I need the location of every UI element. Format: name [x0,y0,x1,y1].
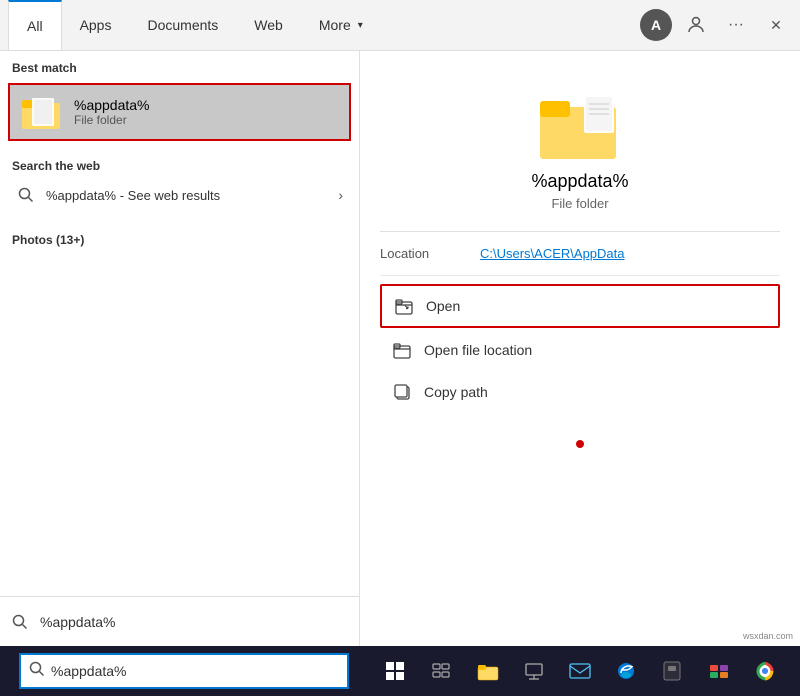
photos-label: Photos (13+) [12,225,347,255]
file-preview: %appdata% File folder [380,71,780,232]
chrome-icon[interactable] [747,653,783,689]
best-match-text: %appdata% File folder [74,97,150,127]
game-icon[interactable] [701,653,737,689]
best-match-type: File folder [74,113,150,127]
open-button[interactable]: Open [380,284,780,328]
file-location-icon [392,340,412,360]
avatar[interactable]: A [640,9,672,41]
search-web-section: Search the web %appdata% - See web resul… [0,143,359,217]
taskbar-search-box[interactable]: %appdata% [19,653,349,689]
main-content: Best match %appdata% File folder Se [0,51,800,646]
copy-path-button[interactable]: Copy path [380,372,780,412]
edge-icon[interactable] [608,653,644,689]
red-dot [576,440,584,448]
start-icon[interactable] [377,653,413,689]
best-match-name: %appdata% [74,97,150,113]
web-search-item[interactable]: %appdata% - See web results › [12,177,347,213]
nav-tabs: All Apps Documents Web More ▾ [8,0,640,50]
taskbar-search-icon [29,661,45,681]
task-view-icon[interactable] [423,653,459,689]
right-panel: %appdata% File folder Location C:\Users\… [360,51,800,646]
file-type-large: File folder [551,196,608,211]
search-window: All Apps Documents Web More ▾ A [0,0,800,696]
file-explorer-icon[interactable] [470,653,506,689]
tab-apps[interactable]: Apps [62,0,130,50]
copy-path-label: Copy path [424,384,488,400]
ellipsis-icon[interactable]: ··· [720,9,752,41]
folder-icon-large [540,91,620,159]
search-input[interactable] [40,614,351,630]
web-search-text: %appdata% - See web results [46,188,328,203]
file-name-large: %appdata% [531,171,628,192]
photos-section: Photos (13+) [0,217,359,259]
tab-all[interactable]: All [8,0,62,50]
folder-icon-small [22,95,62,129]
location-label: Location [380,246,460,261]
search-bar-bottom [0,596,359,646]
chevron-right-icon: › [338,187,343,203]
chevron-down-icon: ▾ [358,20,363,31]
nav-bar: All Apps Documents Web More ▾ A [0,0,800,51]
open-label: Open [426,298,460,314]
taskbar-left: %appdata% [4,653,364,689]
action-buttons: Open Open file location [380,276,780,420]
network-icon[interactable] [516,653,552,689]
taskbar-right [364,653,796,689]
location-value[interactable]: C:\Users\ACER\AppData [480,246,625,261]
search-web-label: Search the web [12,151,347,177]
best-match-label: Best match [0,51,359,81]
search-icon-bottom [8,614,32,630]
watermark: wsxdan.com [740,630,796,642]
copy-path-icon [392,382,412,402]
close-icon[interactable]: ✕ [760,9,792,41]
left-panel: Best match %appdata% File folder Se [0,51,360,646]
open-file-location-label: Open file location [424,342,532,358]
taskbar-search-text: %appdata% [51,663,127,679]
store-icon[interactable] [654,653,690,689]
best-match-item[interactable]: %appdata% File folder [8,83,351,141]
open-folder-icon [394,296,414,316]
search-icon [16,185,36,205]
tab-web[interactable]: Web [236,0,301,50]
tab-more[interactable]: More ▾ [301,0,381,50]
mail-icon[interactable] [562,653,598,689]
open-file-location-button[interactable]: Open file location [380,330,780,370]
nav-actions: A ··· ✕ [640,9,792,41]
taskbar: %appdata% [0,646,800,696]
tab-documents[interactable]: Documents [129,0,236,50]
location-row: Location C:\Users\ACER\AppData [380,232,780,276]
person-icon[interactable] [680,9,712,41]
